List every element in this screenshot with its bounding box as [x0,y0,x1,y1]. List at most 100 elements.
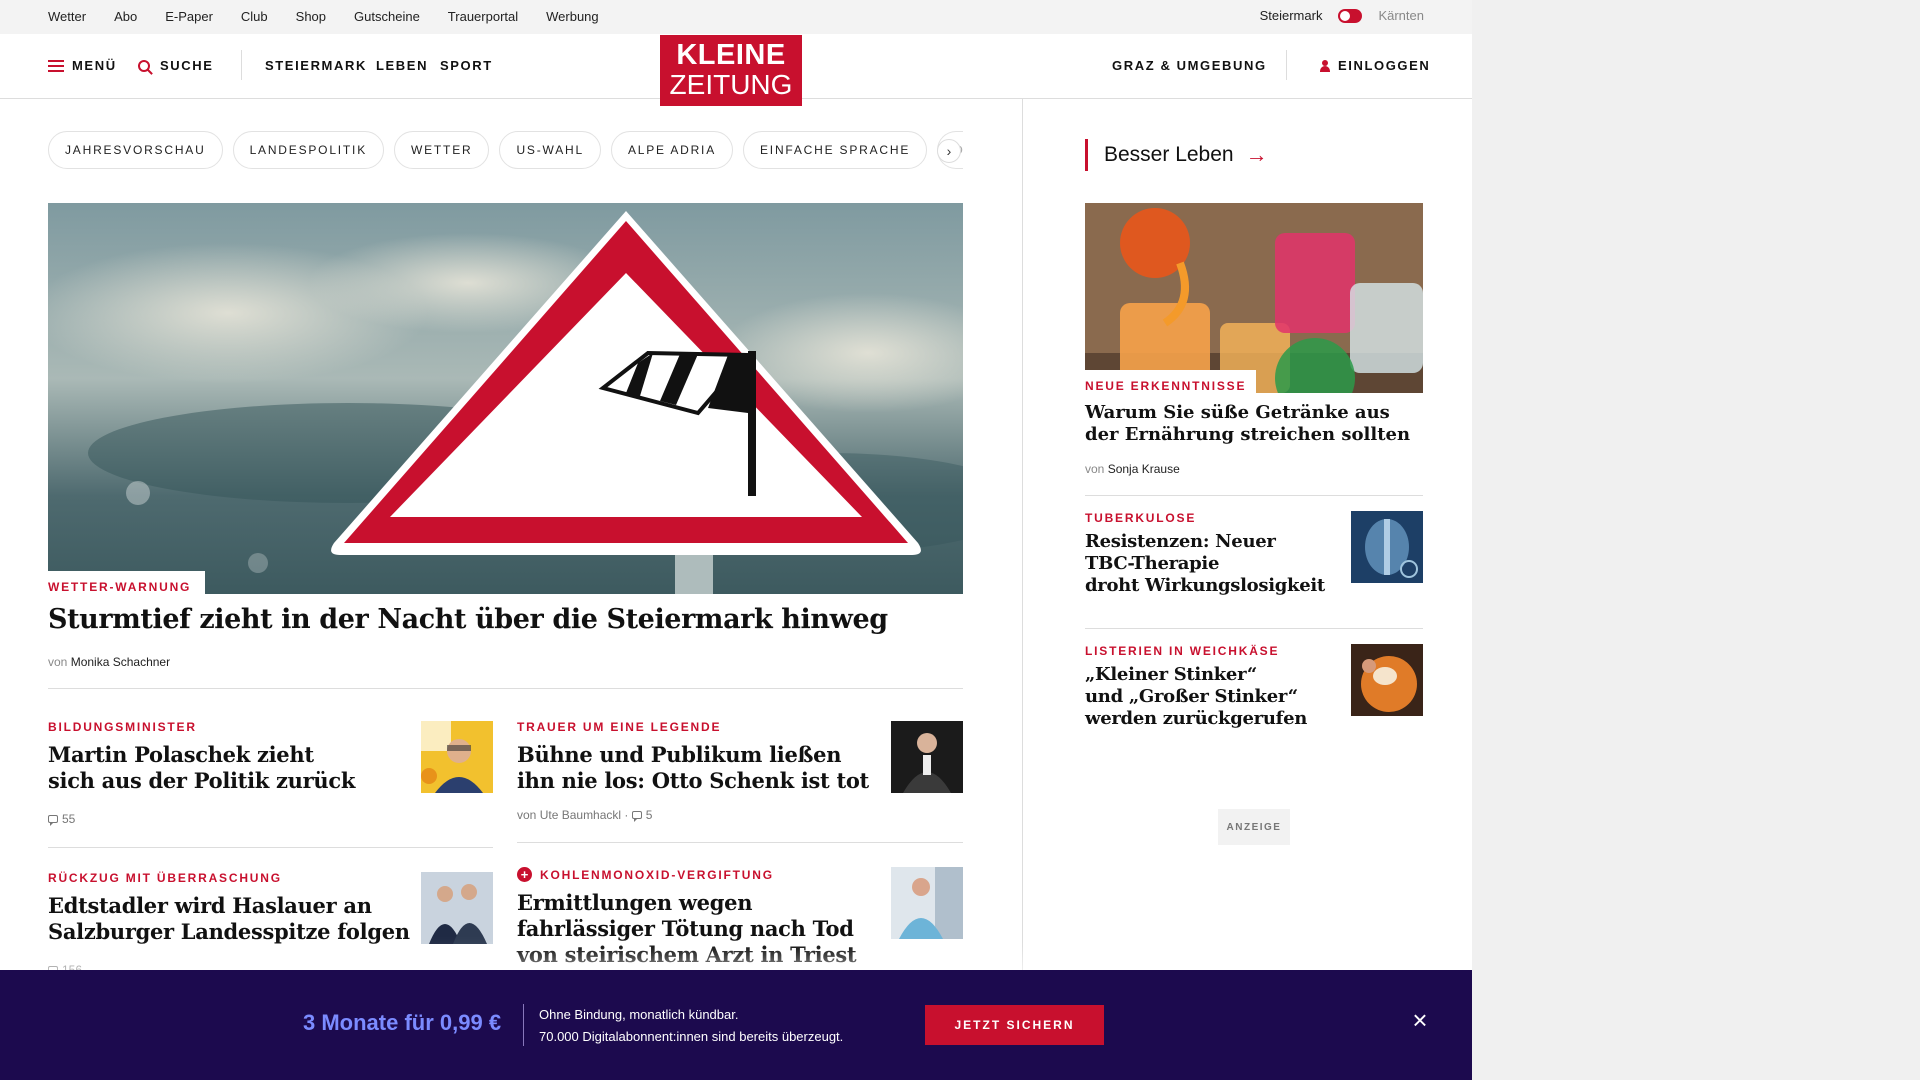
promo-price: 3 Monate für 0,99 € [303,1010,502,1035]
utility-link-abo[interactable]: Abo [114,9,137,24]
user-icon [1320,59,1330,72]
article-thumbnail[interactable] [891,867,963,939]
headline-line: ihn nie los: Otto Schenk ist tot [517,768,869,793]
region-kaernten[interactable]: Kärnten [1378,8,1424,23]
divider [48,688,963,689]
article-card: RÜCKZUG MIT ÜBERRASCHUNG Edtstadler wird… [48,871,428,977]
byline-prefix: von [48,655,68,669]
headline-line: droht Wirkungslosigkeit [1085,575,1325,596]
byline-prefix: von [517,808,537,822]
headline-line: Ermittlungen wegen [517,890,753,915]
utility-links: Wetter Abo E-Paper Club Shop Gutscheine … [48,9,627,24]
sidebar-feature-byline: von Sonja Krause [1085,462,1180,476]
search-button[interactable]: SUCHE [138,58,214,73]
divider [1085,495,1423,496]
hero-byline: von Monika Schachner [48,655,170,669]
close-icon[interactable]: × [1408,1007,1432,1033]
sidebar-article-thumbnail[interactable] [1351,511,1423,583]
sidebar-feature-image[interactable] [1085,203,1423,393]
article-headline[interactable]: Ermittlungen wegen fahrlässiger Tötung n… [517,890,877,968]
headline-line: Salzburger Landesspitze folgen [48,919,410,944]
sidebar-feature-headline[interactable]: Warum Sie süße Getränke aus der Ernährun… [1085,402,1415,446]
chip-landespolitik[interactable]: LANDESPOLITIK [232,131,384,169]
logo-line1: KLEINE [676,39,786,71]
sidebar-article-thumbnail[interactable] [1351,644,1423,716]
article-thumbnail[interactable] [421,721,493,793]
comment-count[interactable]: 55 [62,812,75,826]
article-meta: von Ute Baumhackl · 5 [517,808,653,822]
page: Wetter Abo E-Paper Club Shop Gutscheine … [0,0,1472,1080]
utility-link-club[interactable]: Club [241,9,268,24]
empty-viewport-area [1472,0,1920,1080]
chip-einfache-sprache[interactable]: EINFACHE SPRACHE [743,131,928,169]
section-header-besser-leben[interactable]: Besser Leben → [1085,139,1268,171]
hero-author[interactable]: Monika Schachner [71,655,170,669]
sidebar-feature-author[interactable]: Sonja Krause [1108,462,1180,476]
chip-us-wahl[interactable]: US-WAHL [499,131,601,169]
header-divider-right [1286,50,1287,80]
divider [1085,628,1423,629]
comment-icon [631,811,642,822]
region-steiermark[interactable]: Steiermark [1260,8,1323,23]
site-logo[interactable]: KLEINE ZEITUNG [660,35,802,106]
article-headline[interactable]: Bühne und Publikum ließen ihn nie los: O… [517,742,877,794]
chip-jahresvorschau[interactable]: JAHRESVORSCHAU [48,131,223,169]
nav-graz-umgebung[interactable]: GRAZ & UMGEBUNG [1112,58,1267,73]
header-divider [241,50,242,80]
chips-next-button[interactable]: › [937,139,961,163]
login-button[interactable]: EINLOGGEN [1320,58,1430,73]
chip-wetter[interactable]: WETTER [394,131,490,169]
utility-link-gutscheine[interactable]: Gutscheine [354,9,420,24]
headline-line: und „Großer Stinker“ [1085,686,1298,707]
sidebar-article-headline[interactable]: „Kleiner Stinker“ und „Großer Stinker“ w… [1085,664,1345,730]
section-title: Besser Leben [1104,143,1234,166]
region-toggle[interactable] [1338,8,1363,23]
nav-leben[interactable]: LEBEN [376,58,428,73]
divider [48,847,493,848]
menu-button[interactable]: MENÜ [48,58,117,73]
utility-link-wetter[interactable]: Wetter [48,9,86,24]
article-kicker: RÜCKZUG MIT ÜBERRASCHUNG [48,871,282,885]
article-thumbnail[interactable] [421,872,493,944]
article-author[interactable]: Ute Baumhackl [540,808,621,822]
utility-link-shop[interactable]: Shop [296,9,326,24]
hero-headline[interactable]: Sturmtief zieht in der Nacht über die St… [48,604,888,635]
otto-schenk-photo [891,721,963,793]
hero-kicker-text: WETTER-WARNUNG [48,580,192,594]
headline-line: werden zurückgerufen [1085,708,1308,729]
promo-line: Ohne Bindung, monatlich kündbar. [539,1007,739,1022]
utility-link-trauerportal[interactable]: Trauerportal [448,9,518,24]
subscription-banner: 3 Monate für 0,99 € Ohne Bindung, monatl… [0,970,1472,1080]
promo-text: Ohne Bindung, monatlich kündbar. 70.000 … [539,1004,843,1048]
hero-image[interactable] [48,203,963,594]
chip-alpe-adria[interactable]: ALPE ADRIA [610,131,733,169]
comment-count[interactable]: 5 [646,808,653,822]
article-kicker: TRAUER UM EINE LEGENDE [517,720,722,734]
headline-line: von steirischem Arzt in Triest [517,942,857,967]
headline-line: Martin Polaschek zieht [48,742,314,767]
sidebar-feature-kicker: NEUE ERKENNTNISSE [1085,370,1257,399]
nav-sport[interactable]: SPORT [440,58,493,73]
nav-steiermark[interactable]: STEIERMARK [265,58,367,73]
headline-line: Bühne und Publikum ließen [517,742,842,767]
article-headline[interactable]: Martin Polaschek zieht sich aus der Poli… [48,742,408,794]
logo-line2: ZEITUNG [669,69,793,100]
sidebar-article-headline[interactable]: Resistenzen: Neuer TBC-Therapie droht Wi… [1085,531,1345,597]
edtstadler-haslauer-photo [421,872,493,944]
ad-label: ANZEIGE [1218,809,1290,845]
headline-line: TBC-Therapie [1085,553,1220,574]
utility-link-epaper[interactable]: E-Paper [165,9,213,24]
utility-link-werbung[interactable]: Werbung [546,9,599,24]
doctor-photo [891,867,963,939]
region-switch: Steiermark Kärnten [1260,8,1424,23]
plus-icon: + [517,867,532,882]
subscribe-button[interactable]: JETZT SICHERN [925,1005,1104,1045]
article-thumbnail[interactable] [891,721,963,793]
wind-warning-sign-image [48,203,963,594]
column-divider [1022,98,1023,970]
sidebar-feature-kicker-text: NEUE ERKENNTNISSE [1085,379,1247,393]
promo-divider [523,1004,524,1046]
hero-kicker: WETTER-WARNUNG [48,571,206,600]
article-headline[interactable]: Edtstadler wird Haslauer an Salzburger L… [48,893,428,945]
promo-line: 70.000 Digitalabonnent:innen sind bereit… [539,1029,844,1044]
